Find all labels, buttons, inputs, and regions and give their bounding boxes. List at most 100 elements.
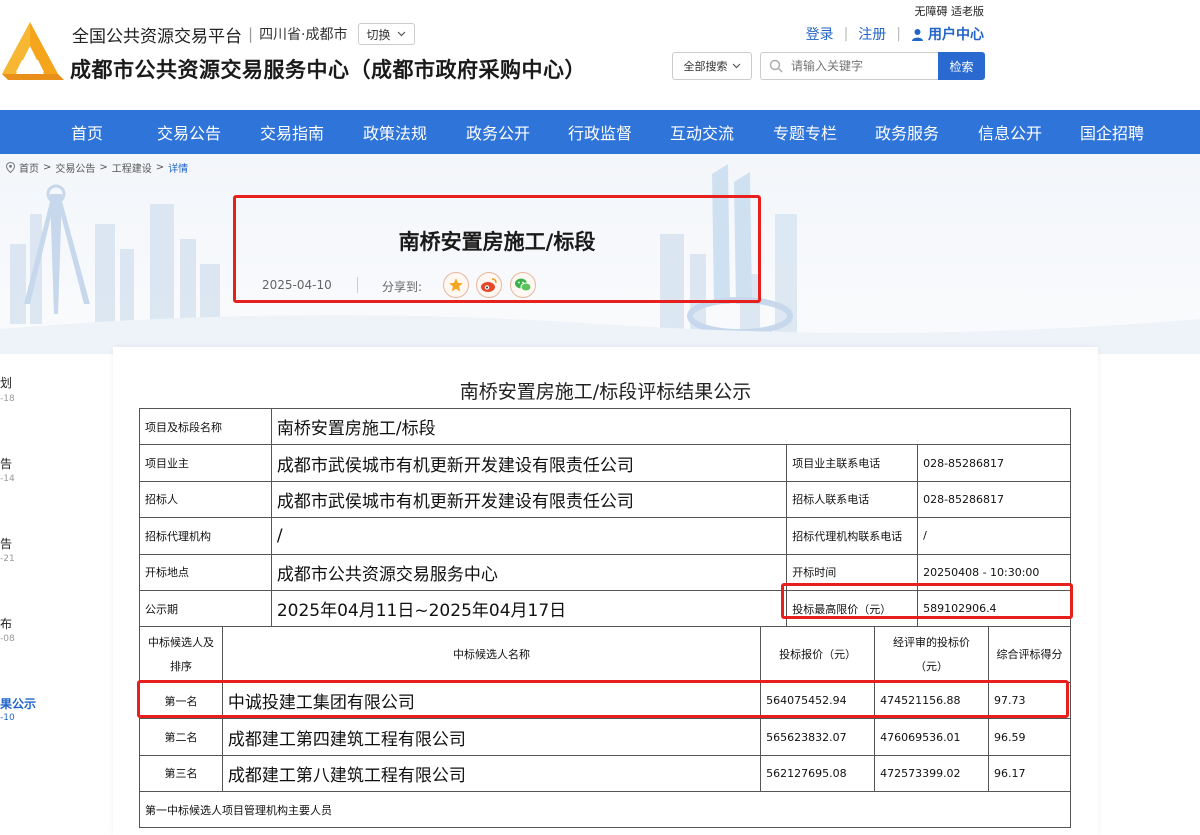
- table-value: /: [917, 517, 1071, 555]
- side-list-date: -10: [0, 713, 15, 723]
- candidate-score: 96.59: [988, 718, 1071, 756]
- document-title: 南桥安置房施工/标段评标结果公示: [459, 381, 752, 403]
- nav-trade-guide[interactable]: 交易指南: [260, 110, 324, 154]
- nav-home[interactable]: 首页: [71, 110, 103, 154]
- header-text: （元）: [915, 659, 949, 673]
- candidate-score: 96.17: [988, 754, 1071, 793]
- search-input[interactable]: [791, 59, 921, 73]
- user-center-label: 用户中心: [928, 27, 984, 43]
- table-label: 项目业主: [139, 444, 272, 482]
- share-wechat-button[interactable]: [510, 272, 536, 298]
- column-header-rank: 中标候选人及 排序: [139, 626, 223, 683]
- candidate-bid: 565623832.07: [760, 718, 876, 756]
- main-nav: 首页 交易公告 交易指南 政策法规 政务公开 行政监督 互动交流 专题专栏 政务…: [0, 110, 1200, 154]
- staff-table: 第一中标候选人项目管理机构主要人员: [139, 791, 1071, 828]
- wechat-icon: [515, 278, 532, 292]
- platform-logo-icon[interactable]: [0, 20, 64, 82]
- table-row: 招标人 成都市武侯城市有机更新开发建设有限责任公司 招标人联系电话 028-85…: [139, 480, 1071, 519]
- candidate-bid: 562127695.08: [760, 754, 876, 793]
- table-value: 成都市武侯城市有机更新开发建设有限责任公司: [270, 480, 788, 519]
- table-row: 项目及标段名称 南桥安置房施工/标段: [139, 407, 1072, 446]
- share-label: 分享到:: [382, 280, 423, 294]
- nav-topics[interactable]: 专题专栏: [773, 110, 837, 154]
- project-info-table: 项目及标段名称 南桥安置房施工/标段 项目业主 成都市武侯城市有机更新开发建设有…: [139, 407, 1072, 628]
- search-scope-label: 全部搜索: [683, 60, 728, 73]
- side-list-date: -08: [0, 634, 15, 644]
- candidate-reviewed: 472573399.02: [874, 754, 990, 793]
- search-field[interactable]: [760, 52, 938, 80]
- divider: |: [843, 26, 849, 42]
- breadcrumb-sep: >: [155, 162, 165, 173]
- breadcrumb-sep: >: [99, 162, 108, 173]
- table-row: 项目业主 成都市武侯城市有机更新开发建设有限责任公司 项目业主联系电话 028-…: [139, 444, 1071, 482]
- candidates-table: 中标候选人及 排序 中标候选人名称 投标报价（元） 经评审的投标价 （元） 综合评标…: [139, 626, 1071, 793]
- table-row: 招标代理机构 / 招标代理机构联系电话 /: [139, 517, 1071, 555]
- table-row: 开标地点 成都市公共资源交易服务中心 开标时间 20250408 - 10:30…: [139, 553, 1071, 591]
- nav-interaction[interactable]: 互动交流: [670, 110, 734, 154]
- side-list-item[interactable]: 布: [0, 615, 12, 632]
- weibo-icon: [481, 278, 497, 292]
- table-value: 2025年04月11日~2025年04月17日: [270, 589, 788, 628]
- search-button[interactable]: 检索: [938, 52, 985, 80]
- candidate-name: 成都建工第四建筑工程有限公司: [221, 718, 762, 756]
- table-label: 投标最高限价（元）: [786, 589, 919, 628]
- nav-gov-affairs[interactable]: 政务公开: [466, 110, 530, 154]
- side-list-item[interactable]: 告: [0, 535, 12, 552]
- candidate-rank: 第二名: [139, 718, 223, 756]
- breadcrumb-trade-notice[interactable]: 交易公告: [55, 160, 95, 175]
- header-text: 经评审的投标价: [893, 635, 971, 649]
- side-list-date: -14: [0, 474, 15, 484]
- header-text: 排序: [169, 659, 192, 673]
- register-link[interactable]: 注册: [858, 24, 886, 44]
- breadcrumb-engineering[interactable]: 工程建设: [112, 160, 152, 175]
- nav-services[interactable]: 政务服务: [875, 110, 939, 154]
- site-name[interactable]: 成都市公共资源交易服务中心（成都市政府采购中心）: [70, 54, 586, 84]
- side-list-item[interactable]: 划: [0, 374, 12, 391]
- platform-name[interactable]: 全国公共资源交易平台: [72, 22, 242, 47]
- candidate-name: 成都建工第八建筑工程有限公司: [221, 754, 762, 793]
- search-scope-select[interactable]: 全部搜索: [672, 52, 752, 80]
- side-list-item[interactable]: 告: [0, 455, 12, 472]
- table-row: 第三名 成都建工第八建筑工程有限公司 562127695.08 47257339…: [139, 754, 1071, 793]
- publish-date: 2025-04-10: [262, 278, 332, 292]
- user-links: 登录 | 注册 | 用户中心: [806, 24, 984, 44]
- column-header-reviewed: 经评审的投标价 （元）: [874, 626, 990, 683]
- platform-line: 全国公共资源交易平台 | 四川省·成都市 切换: [72, 22, 415, 47]
- table-label: 项目业主联系电话: [786, 444, 919, 482]
- table-label: 公示期: [139, 589, 272, 628]
- nav-info-public[interactable]: 信息公开: [978, 110, 1042, 154]
- nav-supervision[interactable]: 行政监督: [568, 110, 632, 154]
- share-weibo-button[interactable]: [476, 272, 502, 298]
- switch-label: 切换: [366, 27, 391, 42]
- table-value: 成都市公共资源交易服务中心: [270, 553, 788, 591]
- nav-trade-notice[interactable]: 交易公告: [157, 110, 221, 154]
- side-list-item-active[interactable]: 果公示: [0, 695, 36, 712]
- side-list-date: -21: [0, 554, 15, 564]
- nav-recruit[interactable]: 国企招聘: [1080, 110, 1144, 154]
- table-label: 招标人: [139, 480, 272, 519]
- chevron-down-icon: [397, 31, 405, 37]
- region-switch-button[interactable]: 切换: [357, 23, 415, 45]
- column-header-name: 中标候选人名称: [221, 626, 762, 683]
- table-header-row: 中标候选人及 排序 中标候选人名称 投标报价（元） 经评审的投标价 （元） 综合评标…: [139, 626, 1071, 683]
- table-row: 第一名 中诚投建工集团有限公司 564075452.94 474521156.8…: [139, 681, 1071, 720]
- share-favorite-button[interactable]: [443, 272, 469, 298]
- chevron-down-icon: [732, 63, 740, 69]
- table-row: 第二名 成都建工第四建筑工程有限公司 565623832.07 47606953…: [139, 718, 1071, 756]
- star-icon: [449, 278, 463, 292]
- user-center-link[interactable]: 用户中心: [911, 24, 984, 44]
- table-value: /: [270, 517, 788, 555]
- divider: [357, 277, 358, 293]
- login-link[interactable]: 登录: [806, 24, 834, 44]
- column-header-bid: 投标报价（元）: [760, 626, 876, 683]
- table-row: 公示期 2025年04月11日~2025年04月17日 投标最高限价（元） 58…: [139, 589, 1071, 628]
- nav-policy[interactable]: 政策法规: [363, 110, 427, 154]
- candidate-rank: 第三名: [139, 754, 223, 793]
- table-row: 第一中标候选人项目管理机构主要人员: [139, 791, 1071, 828]
- accessibility-link[interactable]: 无障碍 适老版: [915, 3, 985, 19]
- table-label: 招标代理机构: [139, 517, 272, 555]
- table-value: 20250408 - 10:30:00: [917, 553, 1071, 591]
- breadcrumb-home[interactable]: 首页: [19, 160, 39, 175]
- column-header-score: 综合评标得分: [988, 626, 1071, 683]
- table-value: 589102906.4: [917, 589, 1071, 628]
